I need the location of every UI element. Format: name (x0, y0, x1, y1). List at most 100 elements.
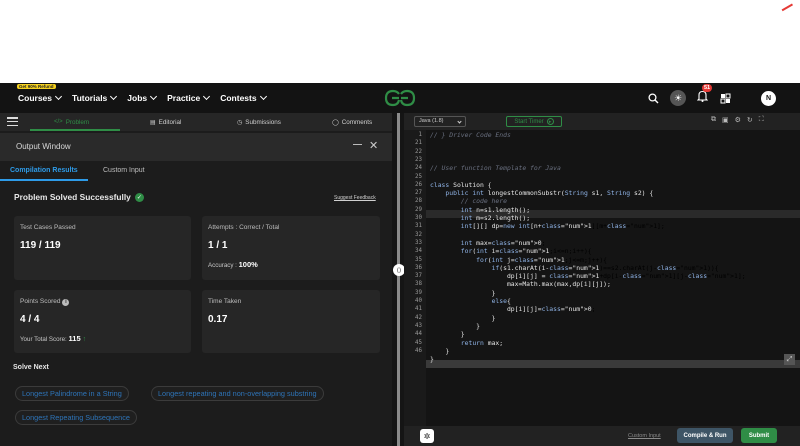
code-line: } (430, 346, 450, 355)
close-icon[interactable]: ✕ (369, 139, 378, 152)
total-score-label: Your Total Score: (20, 336, 67, 343)
reset-icon[interactable]: ↻ (747, 116, 753, 124)
points-label-row: Points Scored i (20, 298, 70, 306)
submit-button[interactable]: Submit (741, 428, 777, 443)
code-line: // User function Template for Java (430, 164, 561, 173)
nav-contests[interactable]: Contests (220, 92, 267, 103)
tab-problem-label: Problem (65, 118, 90, 126)
sun-icon: ☀ (670, 90, 686, 106)
tab-comments[interactable]: ◯ Comments (332, 113, 372, 131)
code-line: } (430, 313, 496, 322)
time-value: 0.17 (208, 314, 228, 325)
line-number: 35 (415, 256, 422, 263)
code-line: dp[i][j] = class="num">1+dp[i-class="num… (430, 272, 746, 281)
tab-active-underline (30, 129, 120, 131)
tab-editorial[interactable]: ▤ Editorial (150, 113, 181, 131)
nav-practice-label: Practice (167, 93, 201, 103)
last-line-highlight (426, 360, 800, 369)
start-timer-button[interactable]: Start Timer ▸ (506, 116, 562, 127)
nav-practice[interactable]: Practice (167, 92, 211, 103)
file-icon[interactable]: ▣ (722, 116, 729, 124)
code-line: else{ (491, 297, 511, 305)
refund-badge: Get 90% Refund (17, 84, 56, 89)
editor-bottom-bar: ✲ Custom Input Compile & Run Submit (404, 426, 800, 446)
nav-tutorials-label: Tutorials (72, 93, 108, 103)
compile-run-button[interactable]: Compile & Run (677, 428, 733, 443)
corner-mark-icon (779, 0, 793, 12)
points-card: Points Scored i 4 / 4 Your Total Score: 1… (14, 290, 191, 353)
output-window-title: Output Window (16, 142, 71, 151)
tab-compilation-results[interactable]: Compilation Results (10, 167, 78, 174)
chevron-down-icon (203, 92, 211, 101)
search-button[interactable] (648, 83, 659, 113)
chevron-down-icon (259, 92, 267, 101)
minimize-icon[interactable] (353, 144, 362, 145)
points-label: Points Scored (20, 298, 61, 305)
tab-custom-input[interactable]: Custom Input (103, 167, 145, 174)
code-line: if(s1.charAt(i-class="num">1)==s2.charAt… (491, 263, 719, 272)
copy-icon[interactable]: ⧉ (711, 116, 716, 124)
line-number: 1 (418, 132, 423, 138)
apps-button[interactable] (720, 83, 731, 113)
attempts-card: Attempts : Correct / Total 1 / 1 Accurac… (202, 216, 380, 280)
accuracy-row: Accuracy : 100% (208, 260, 258, 269)
custom-input-link[interactable]: Custom Input (628, 433, 661, 439)
gfg-logo-icon[interactable] (384, 88, 416, 108)
search-icon (648, 92, 659, 103)
tab-submissions[interactable]: ◷ Submissions (237, 113, 281, 131)
nav-tutorials[interactable]: Tutorials (72, 92, 118, 103)
arrow-up-icon: ↑ (82, 336, 87, 343)
total-score-value: 115 (68, 334, 81, 343)
line-number: 28 (415, 198, 422, 205)
ai-assist-icon[interactable]: ✲ (420, 429, 434, 443)
line-number: 22 (415, 148, 422, 155)
document-icon: ▤ (150, 119, 156, 126)
nav-jobs-label: Jobs (127, 93, 148, 103)
accuracy-value: 100% (238, 260, 258, 269)
left-panel: </> Problem ▤ Editorial ◷ Submissions ◯ Comm… (0, 113, 392, 446)
status-text: Problem Solved Successfully (14, 192, 131, 202)
line-number: 37 (415, 273, 422, 280)
chevron-down-icon (54, 92, 63, 101)
notification-button[interactable]: 51 (696, 83, 713, 113)
code-line: int[][] dp=new int[n+class="num">1][m+cl… (460, 222, 665, 231)
expand-icon[interactable]: ⤢ (784, 354, 795, 365)
line-number: 27 (415, 190, 422, 197)
solve-next-chip[interactable]: Longest Repeating Subsequence (15, 410, 137, 425)
line-number: 30 (415, 215, 422, 221)
code-area[interactable]: // } Driver Code Ends // User function Te… (426, 130, 800, 426)
time-card: Time Taken 0.17 (202, 290, 380, 353)
solve-next-chip[interactable]: Longest Palindrome in a String (15, 386, 129, 401)
bell-wrapper: 51 (696, 84, 713, 107)
tab-editorial-label: Editorial (158, 118, 182, 126)
test-cases-value: 119 / 119 (20, 240, 61, 251)
solve-next-heading: Solve Next (13, 364, 49, 371)
profile-button[interactable]: N (761, 83, 776, 113)
nav-contests-label: Contests (220, 93, 257, 103)
settings-icon[interactable]: ⚙ (735, 116, 741, 124)
line-number: 42 (415, 314, 422, 321)
nav-courses[interactable]: Get 90% Refund Courses (17, 84, 63, 103)
code-line: dp[i][j]=class="num">0; (430, 305, 596, 314)
output-window-header: Output Window ✕ (0, 133, 392, 161)
hamburger-menu-icon[interactable] (7, 117, 18, 127)
line-number: 24 (415, 165, 422, 172)
line-number: 21 (415, 140, 422, 147)
avatar: N (761, 90, 776, 106)
code-icon: </> (54, 119, 63, 125)
code-line: max=Math.max(max,dp[i][j]); (430, 280, 611, 289)
fullscreen-icon[interactable]: ⛶ (759, 116, 764, 124)
attempts-label: Attempts : Correct / Total (208, 224, 280, 231)
code-line: return max; (460, 338, 504, 347)
line-number: 41 (415, 306, 422, 313)
theme-toggle-button[interactable]: ☀ (670, 83, 686, 113)
panel-resize-bar[interactable] (397, 113, 400, 446)
language-select[interactable]: Java (1.8) (414, 116, 466, 127)
attempts-value: 1 / 1 (208, 240, 228, 251)
editor-toolbar: Java (1.8) Start Timer ▸ ⧉ ▣ ⚙ ↻ ⛶ (404, 113, 800, 130)
info-icon[interactable]: i (62, 298, 70, 306)
solve-next-chip[interactable]: Longest repeating and non-overlapping su… (151, 386, 324, 401)
nav-jobs[interactable]: Jobs (127, 92, 158, 103)
chevron-down-icon (457, 119, 462, 124)
suggest-feedback-link[interactable]: Suggest Feedback (334, 195, 376, 201)
